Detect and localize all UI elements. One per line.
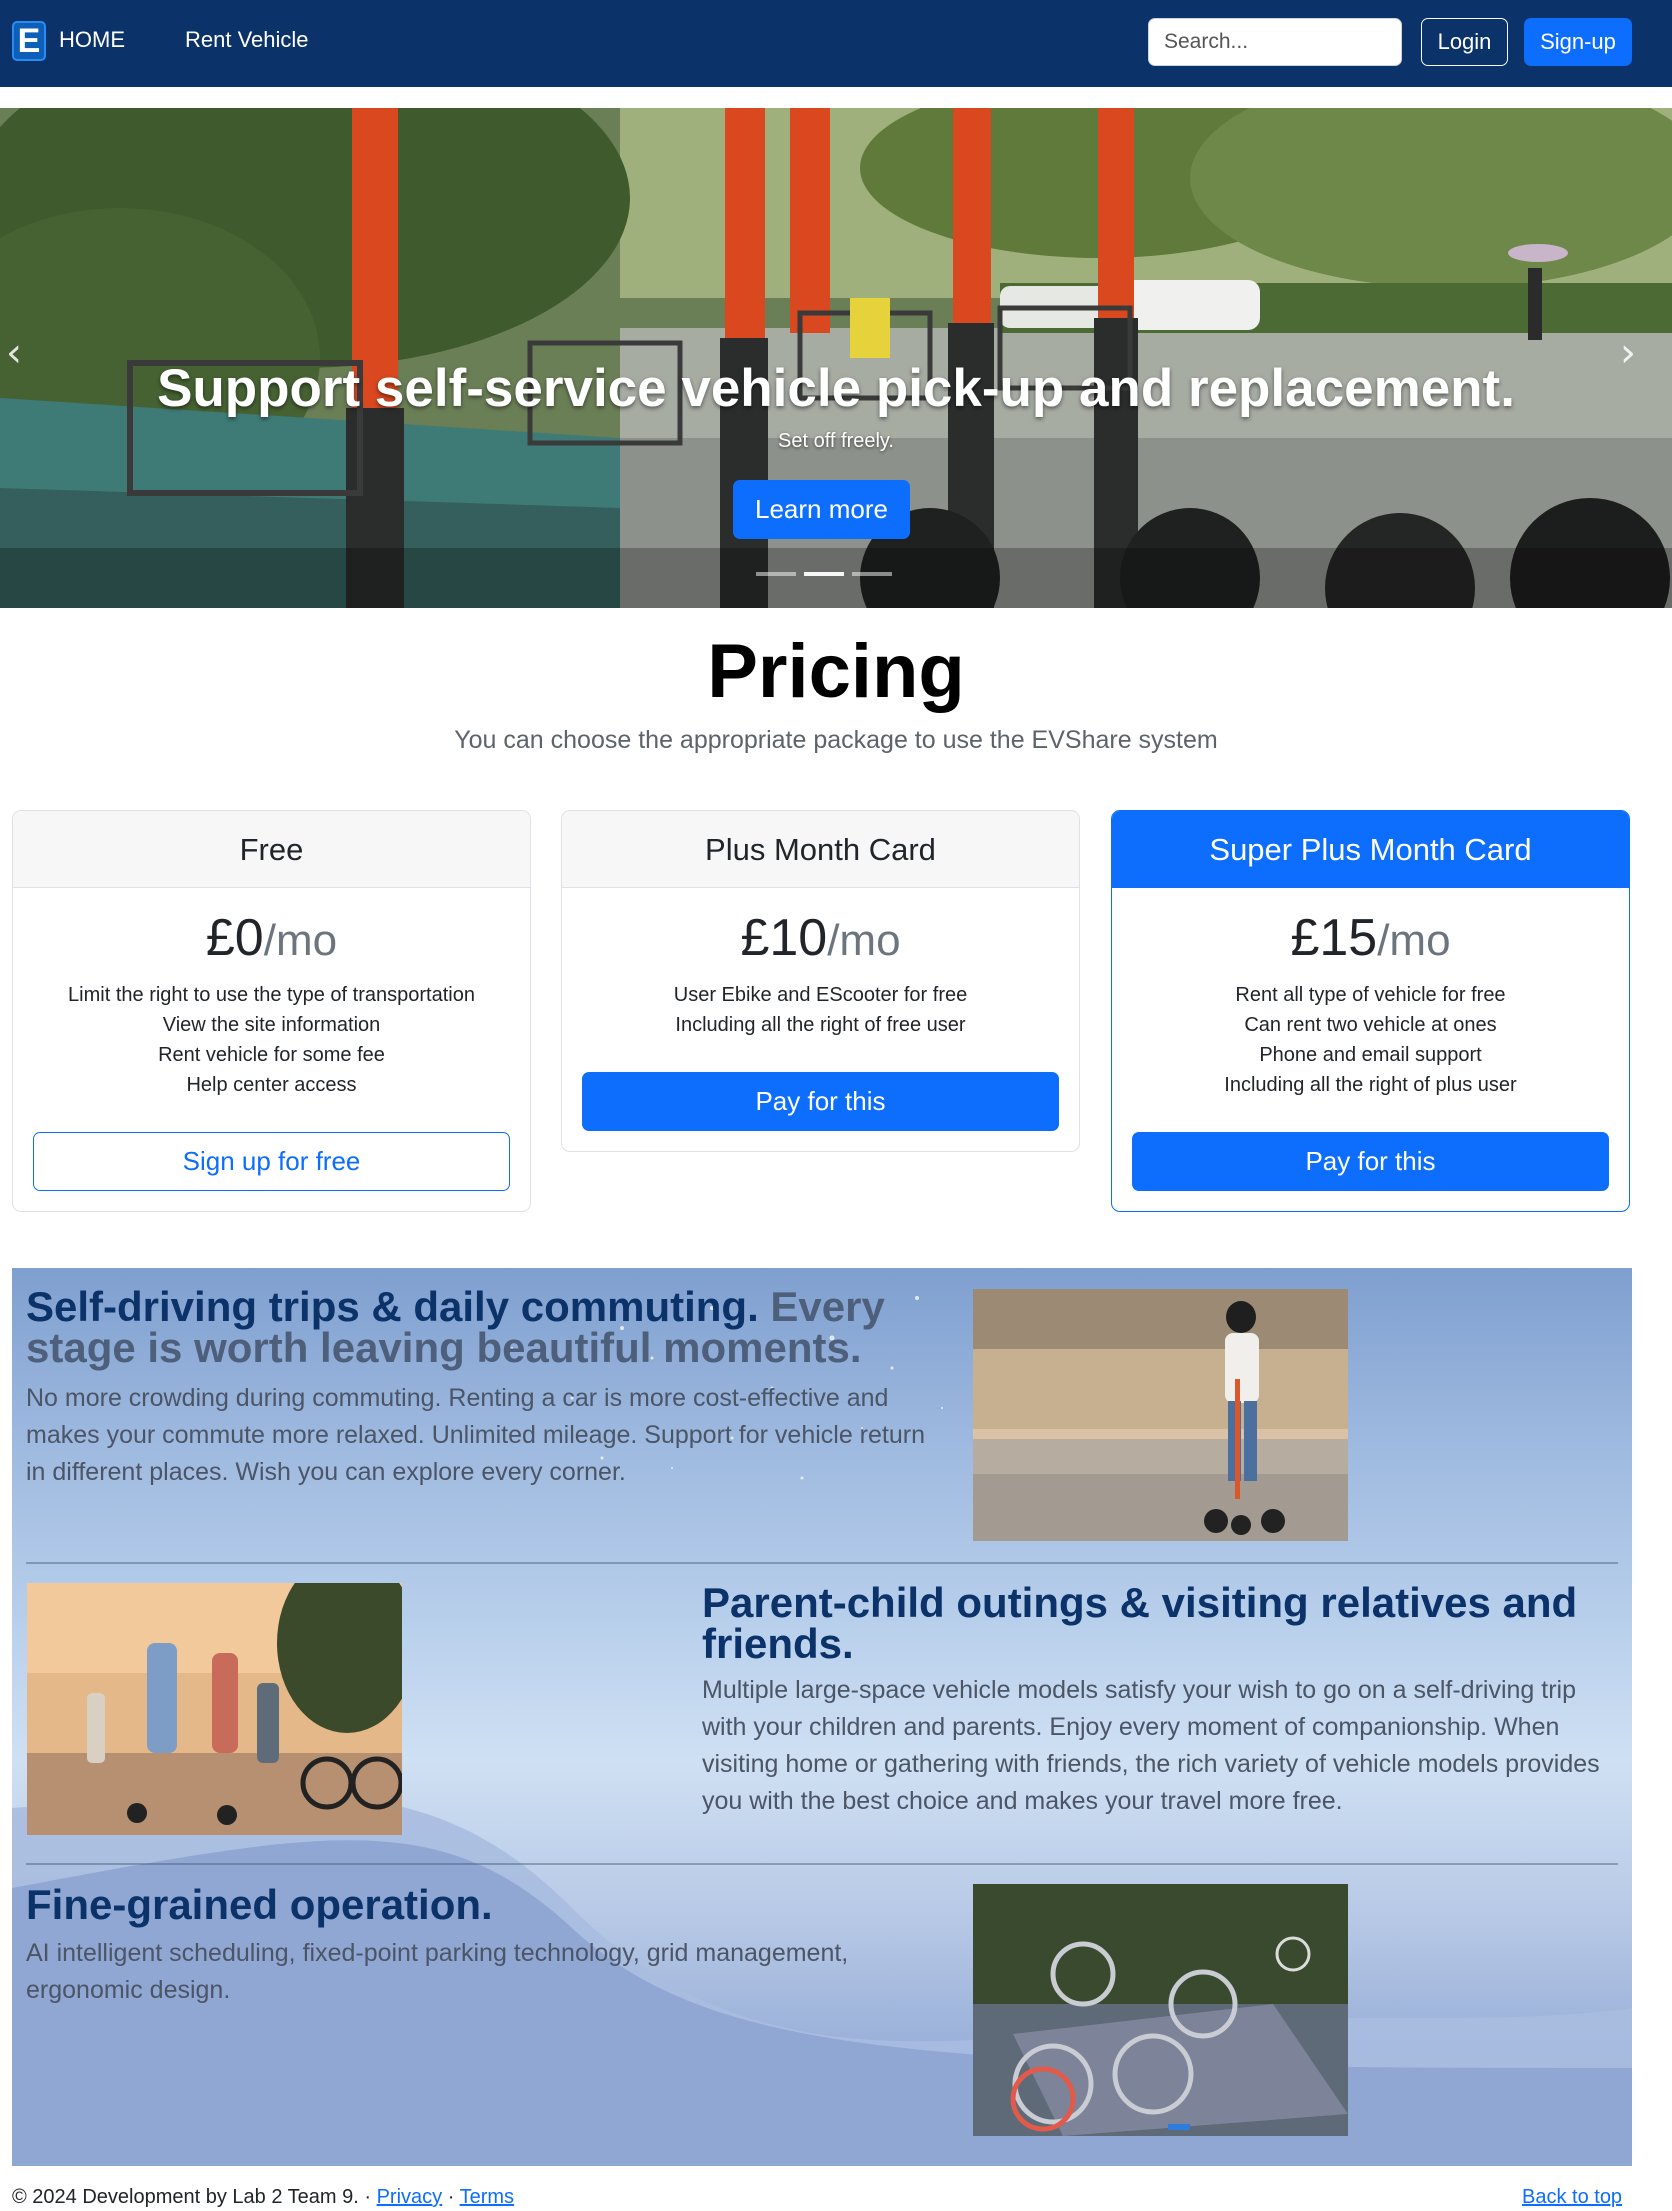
nav-link-home[interactable]: HOME: [59, 27, 125, 53]
pricing-lead: You can choose the appropriate package t…: [454, 726, 1218, 754]
signup-button[interactable]: Sign-up: [1524, 18, 1632, 66]
sign-up-free-button[interactable]: Sign up for free: [33, 1132, 510, 1191]
back-to-top-link[interactable]: Back to top: [1522, 2186, 1622, 2209]
brand-logo[interactable]: E: [12, 21, 46, 61]
plan-price: £15/mo: [1290, 909, 1451, 967]
plan-feature: Can rent two vehicle at ones: [1244, 1014, 1497, 1036]
plan-feature: View the site information: [162, 1014, 381, 1036]
feature-text-operation: AI intelligent scheduling, fixed-point p…: [26, 1939, 849, 2004]
pricing-title: Pricing: [707, 629, 965, 714]
plan-name: Super Plus Month Card: [1112, 811, 1629, 888]
section-divider: [26, 1863, 1618, 1865]
footer-terms-link[interactable]: Terms: [460, 2186, 514, 2208]
carousel-title: Support self-service vehicle pick-up and…: [157, 359, 1515, 418]
plan-feature: Including all the right of free user: [675, 1014, 966, 1036]
carousel-indicator-3[interactable]: [852, 572, 892, 576]
carousel-subtitle: Set off freely.: [778, 430, 894, 452]
plan-card-super-plus: Super Plus Month Card £15/mo Rent all ty…: [1111, 810, 1630, 1212]
plan-feature: Rent vehicle for some fee: [158, 1044, 385, 1066]
features-section: Self-driving trips & daily commuting. Ev…: [12, 1268, 1632, 2166]
section-divider: [26, 1562, 1618, 1564]
plan-feature: Rent all type of vehicle for free: [1235, 984, 1506, 1006]
search-input[interactable]: [1148, 18, 1402, 66]
plan-feature: Including all the right of plus user: [1224, 1074, 1517, 1096]
hero-carousel: ‹ › Support self-service vehicle pick-up…: [0, 108, 1672, 608]
feature-text-outings: Multiple large-space vehicle models sati…: [702, 1676, 1600, 1815]
carousel-indicator-1[interactable]: [756, 572, 796, 576]
plan-feature: Help center access: [186, 1074, 357, 1096]
pay-plus-button[interactable]: Pay for this: [582, 1072, 1059, 1131]
carousel-indicator-2[interactable]: [804, 572, 844, 576]
plan-feature-list: Rent all type of vehicle for free Can re…: [1112, 980, 1629, 1100]
plan-name: Free: [13, 811, 530, 888]
nav-link-rent-vehicle[interactable]: Rent Vehicle: [185, 27, 309, 53]
feature-text-commuting: No more crowding during commuting. Renti…: [26, 1384, 925, 1486]
plan-feature: Phone and email support: [1259, 1044, 1482, 1066]
plan-feature: User Ebike and EScooter for free: [673, 984, 968, 1006]
plan-name: Plus Month Card: [562, 811, 1079, 888]
plan-price: £10/mo: [740, 909, 901, 967]
plan-price: £0/mo: [205, 909, 338, 967]
footer-privacy-link[interactable]: Privacy: [377, 2186, 443, 2208]
feature-heading-operation: Fine-grained operation.: [26, 1881, 493, 1928]
feature-heading-commuting: Self-driving trips & daily commuting. Ev…: [26, 1283, 885, 1371]
pay-super-plus-button[interactable]: Pay for this: [1132, 1132, 1609, 1191]
top-navbar: E HOME Rent Vehicle Login Sign-up: [0, 0, 1672, 87]
plan-feature-list: Limit the right to use the type of trans…: [13, 980, 530, 1100]
photo-bike-parking: [973, 1884, 1348, 2136]
plan-card-free: Free £0/mo Limit the right to use the ty…: [12, 810, 531, 1212]
photo-family-outing: [27, 1583, 402, 1835]
footer-copyright: © 2024 Development by Lab 2 Team 9. · Pr…: [12, 2186, 515, 2208]
learn-more-button[interactable]: Learn more: [733, 480, 910, 539]
plan-feature-list: User Ebike and EScooter for free Includi…: [562, 980, 1079, 1040]
feature-heading-outings: Parent-child outings & visiting relative…: [702, 1579, 1578, 1667]
plan-feature: Limit the right to use the type of trans…: [68, 984, 475, 1006]
photo-woman-on-scooter: [973, 1289, 1348, 1541]
login-button[interactable]: Login: [1421, 18, 1508, 66]
plan-card-plus: Plus Month Card £10/mo User Ebike and ES…: [561, 810, 1080, 1152]
